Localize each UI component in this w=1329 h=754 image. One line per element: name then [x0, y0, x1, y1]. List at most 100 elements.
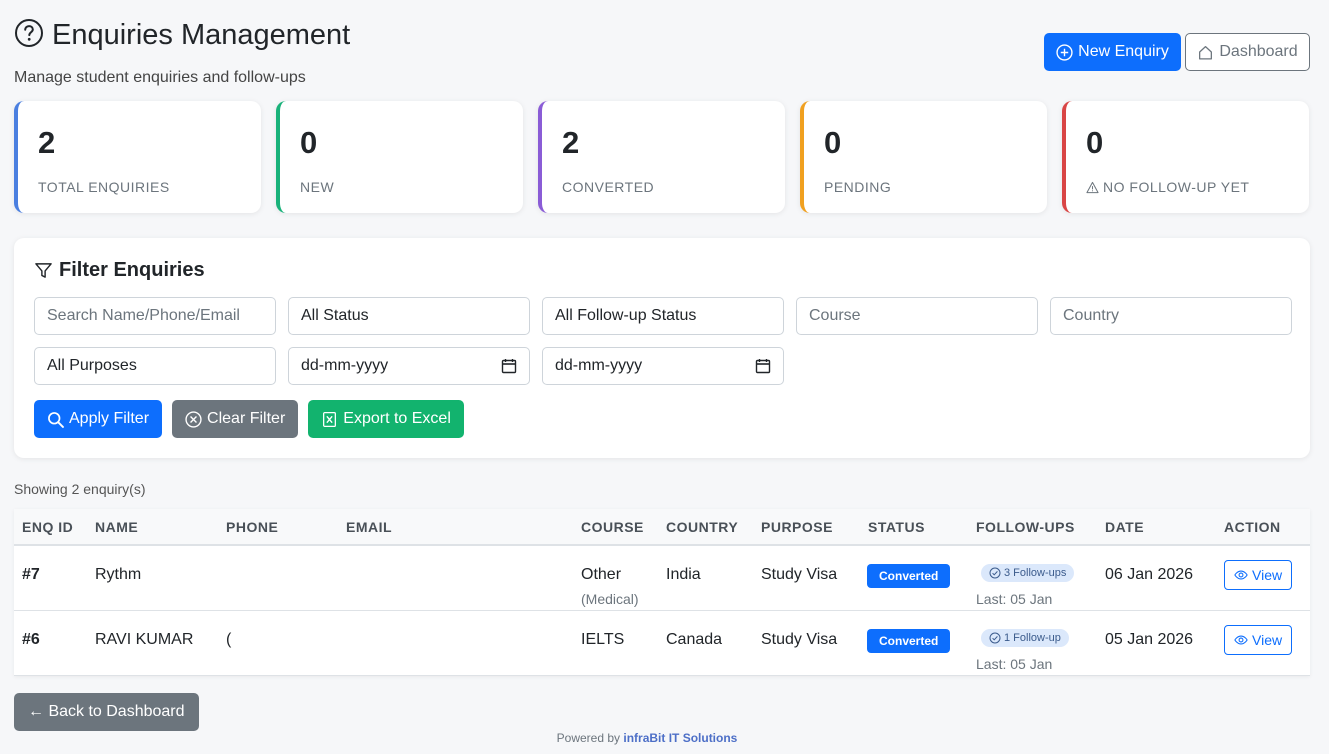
check-circle-icon [989, 567, 1001, 579]
footer: Powered by infraBit IT Solutions [0, 731, 1294, 745]
search-icon [48, 411, 64, 428]
enquiry-country: Canada [666, 631, 723, 648]
date-to-value: dd-mm-yyyy [555, 357, 643, 374]
column-header: FOLLOW-UPS [976, 519, 1075, 535]
dashboard-button[interactable]: Dashboard [1185, 33, 1310, 71]
footer-prefix: Powered by [556, 731, 621, 745]
warning-icon [1086, 181, 1099, 193]
table-header: ENQ ID NAME PHONE EMAIL COURSE COUNTRY P… [14, 509, 1310, 546]
column-header: PHONE [226, 519, 279, 535]
dashboard-label: Dashboard [1219, 43, 1298, 60]
filter-card: Filter Enquiries Search Name/Phone/Email… [14, 238, 1310, 458]
stat-card-converted: 2 CONVERTED [538, 101, 785, 213]
stats-cards: 2 TOTAL ENQUIRIES 0 NEW 2 CONVERTED 0 PE… [14, 101, 1309, 213]
export-excel-label: Export to Excel [343, 410, 451, 427]
course-name: IELTS [581, 631, 625, 648]
stat-value: 0 [300, 125, 318, 160]
stat-card-total: 2 TOTAL ENQUIRIES [14, 101, 261, 213]
purpose-select[interactable]: All Purposes [34, 347, 276, 385]
plus-circle-icon [1056, 43, 1073, 61]
view-label: View [1252, 632, 1283, 648]
stat-card-no-followup: 0 NO FOLLOW-UP YET [1062, 101, 1309, 213]
calendar-icon[interactable] [755, 358, 771, 374]
column-header: COURSE [581, 519, 644, 535]
excel-file-icon [323, 411, 337, 427]
followup-count-label: 3 Follow-ups [1004, 567, 1067, 579]
column-header: PURPOSE [761, 519, 833, 535]
enquiries-table: ENQ ID NAME PHONE EMAIL COURSE COUNTRY P… [14, 509, 1310, 676]
enquiry-phone: ( [226, 631, 232, 648]
check-circle-icon [989, 632, 1001, 644]
funnel-icon [35, 263, 52, 278]
enquiry-id: #6 [22, 631, 40, 648]
page-title: Enquiries Management [52, 19, 351, 51]
top-actions: New Enquiry Dashboard [1044, 33, 1310, 71]
table-row: #6 RAVI KUMAR ( IELTS Canada Study Visa … [14, 611, 1310, 676]
filter-buttons: Apply Filter Clear Filter Export to Exce… [34, 400, 464, 438]
enquiry-date: 05 Jan 2026 [1105, 631, 1194, 648]
view-button[interactable]: View [1224, 625, 1293, 655]
stat-label-row: NO FOLLOW-UP YET [1086, 179, 1289, 195]
footer-brand[interactable]: infraBit IT Solutions [623, 731, 737, 745]
course-input[interactable]: Course [796, 297, 1038, 335]
stat-value: 2 [562, 125, 580, 160]
enquiry-purpose: Study Visa [761, 566, 838, 583]
back-to-dashboard-button[interactable]: ← Back to Dashboard [14, 693, 199, 731]
course-name: Other [581, 566, 622, 583]
results-count: Showing 2 enquiry(s) [14, 481, 146, 497]
followup-count-badge: 3 Follow-ups [981, 564, 1075, 582]
apply-filter-label: Apply Filter [69, 410, 150, 427]
followup-count-label: 1 Follow-up [1004, 632, 1061, 644]
stat-value: 0 [1086, 125, 1104, 160]
followups-cell: 1 Follow-up Last: 05 Jan [976, 629, 1069, 672]
date-to-input[interactable]: dd-mm-yyyy [542, 347, 784, 385]
search-input[interactable]: Search Name/Phone/Email [34, 297, 276, 335]
stat-label: TOTAL ENQUIRIES [38, 179, 170, 195]
filter-title-label: Filter Enquiries [59, 259, 205, 281]
page-header: Enquiries Management Manage student enqu… [14, 18, 350, 87]
course-sub: (Medical) [581, 591, 639, 607]
clear-filter-button[interactable]: Clear Filter [172, 400, 299, 438]
calendar-icon[interactable] [501, 358, 517, 374]
last-followup: Last: 05 Jan [976, 656, 1053, 672]
last-followup: Last: 05 Jan [976, 591, 1053, 607]
column-header: EMAIL [346, 519, 393, 535]
status-select[interactable]: All Status [288, 297, 530, 335]
column-header: DATE [1105, 519, 1145, 535]
question-circle-icon [14, 18, 44, 53]
followups-cell: 3 Follow-ups Last: 05 Jan [976, 564, 1075, 607]
stat-value: 2 [38, 125, 56, 160]
home-icon [1199, 45, 1213, 60]
enquiry-country: India [666, 566, 701, 583]
enquiry-name: RAVI KUMAR [95, 631, 194, 648]
enquiry-name: Rythm [95, 566, 142, 583]
eye-icon [1234, 635, 1248, 645]
enquiry-purpose: Study Visa [761, 631, 838, 648]
export-excel-button[interactable]: Export to Excel [308, 400, 464, 438]
enquiry-course: IELTS [581, 631, 624, 649]
column-header: ACTION [1224, 519, 1281, 535]
new-enquiry-label: New Enquiry [1078, 43, 1169, 60]
enquiry-date: 06 Jan 2026 [1105, 566, 1194, 583]
eye-icon [1234, 570, 1248, 580]
table-row: #7 Rythm Other (Medical) India Study Vis… [14, 546, 1310, 611]
new-enquiry-button[interactable]: New Enquiry [1044, 33, 1181, 71]
filter-fields: Search Name/Phone/Email All Status All F… [34, 297, 1292, 397]
stat-label: NO FOLLOW-UP YET [1103, 179, 1250, 195]
followup-count-badge: 1 Follow-up [981, 629, 1069, 647]
apply-filter-button[interactable]: Apply Filter [34, 400, 163, 438]
x-circle-icon [185, 410, 202, 428]
country-input[interactable]: Country [1050, 297, 1292, 335]
status-badge: Converted [867, 629, 951, 653]
followup-status-select[interactable]: All Follow-up Status [542, 297, 784, 335]
date-from-input[interactable]: dd-mm-yyyy [288, 347, 530, 385]
column-header: NAME [95, 519, 139, 535]
column-header: ENQ ID [22, 519, 74, 535]
view-button[interactable]: View [1224, 560, 1293, 590]
column-header: COUNTRY [666, 519, 739, 535]
clear-filter-label: Clear Filter [207, 410, 286, 427]
stat-value: 0 [824, 125, 842, 160]
column-header: STATUS [868, 519, 925, 535]
view-label: View [1252, 567, 1283, 583]
stat-card-pending: 0 PENDING [800, 101, 1047, 213]
